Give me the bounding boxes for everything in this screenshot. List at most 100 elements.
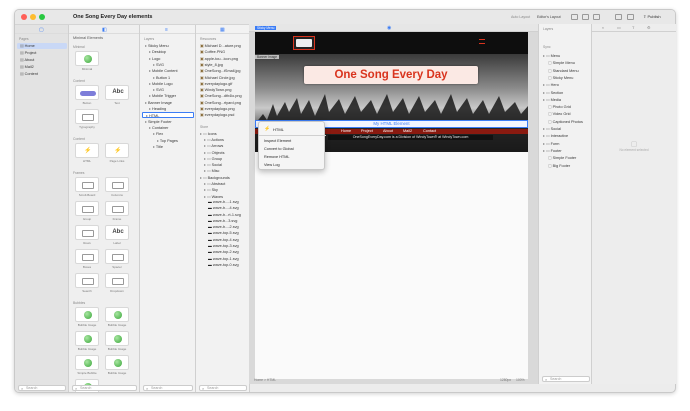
page-preview[interactable]: Sticky Menu Banner Image One Song Every …	[255, 26, 528, 379]
page-item[interactable]: ▤ Project	[17, 50, 67, 56]
layer-item[interactable]: ▸ Flex	[142, 131, 194, 137]
pages-search-input[interactable]: ⌕ Search	[18, 385, 66, 391]
layer-item[interactable]: ▸ Title	[142, 144, 194, 150]
inspector-tab-style-icon[interactable]: ◐	[602, 25, 604, 30]
nav-item[interactable]: Home	[341, 129, 351, 134]
resource-folder[interactable]: ▸ ▭ Social	[204, 162, 222, 167]
hamburger-icon[interactable]	[479, 39, 485, 44]
resource-file[interactable]: ▣ OneSong...dth4lo.png	[200, 93, 242, 98]
tree-item[interactable]: ▸ ▭ Footer	[543, 148, 562, 153]
resource-file[interactable]: ▣ style_8.jpg	[200, 62, 223, 67]
logo-image[interactable]	[293, 36, 315, 50]
resource-file[interactable]: ▣ Michael D...ature.png	[200, 43, 241, 48]
close-window-button[interactable]	[21, 14, 27, 20]
library-tile[interactable]	[75, 307, 99, 322]
tree-search-input[interactable]: ⌕ Search	[542, 376, 590, 382]
page-item[interactable]: ▤ Home	[17, 43, 67, 49]
layers-search-input[interactable]: ⌕ Search	[143, 385, 193, 391]
share-icon[interactable]	[593, 14, 600, 20]
wave-file[interactable]: ▬ wave-top-5.svg	[208, 231, 239, 235]
wave-file[interactable]: ▬ wave-b...-2.svg	[208, 225, 239, 229]
library-tile[interactable]	[105, 201, 129, 216]
library-tile[interactable]: Abc	[105, 225, 129, 240]
wave-file[interactable]: ▬ wave-b...rt-1.svg	[208, 213, 241, 217]
library-tile[interactable]	[75, 109, 99, 124]
wave-file[interactable]: ▬ wave-top-0.svg	[208, 263, 239, 267]
resources-search-input[interactable]: ⌕ Search	[199, 385, 247, 391]
wave-file[interactable]: ▬ wave-b...-4.svg	[208, 206, 239, 210]
layer-item[interactable]: ▸ SVG	[142, 87, 194, 93]
inspector-tab-layout-icon[interactable]: ▭	[617, 25, 621, 30]
resource-file[interactable]: ▣ Coffee.PNG	[200, 49, 225, 54]
context-menu-item[interactable]: Inspect Element	[264, 139, 291, 143]
layer-item[interactable]: ▸ Banner Image	[142, 100, 194, 106]
sticky-menu[interactable]: Sticky Menu	[255, 26, 528, 54]
preview-icon[interactable]	[571, 14, 578, 20]
wave-file[interactable]: ▬ wave-top-4.svg	[208, 238, 239, 242]
page-item[interactable]: ▤ Content	[17, 71, 67, 77]
resource-folder[interactable]: ▸ ▭ Objects	[204, 150, 224, 155]
library-tile[interactable]	[75, 177, 99, 192]
tree-item[interactable]: ▢ Photo Grid	[548, 104, 571, 109]
layer-item[interactable]: ▸ Heading	[142, 106, 194, 112]
tree-item[interactable]: ▸ ▭ Interactive	[543, 133, 568, 138]
resource-file[interactable]: ▣ everydaylogo.gif	[200, 81, 232, 86]
wave-file[interactable]: ▬ wave-top-3.svg	[208, 244, 239, 248]
library-tile[interactable]	[75, 85, 99, 100]
tree-item[interactable]: ▢ Video Grid	[548, 111, 571, 116]
library-tile[interactable]	[75, 273, 99, 288]
tree-item[interactable]: ▸ ▭ Form	[543, 141, 559, 146]
breadcrumb[interactable]: Home > HTML	[254, 378, 276, 384]
tree-item[interactable]: ▸ ▭ Social	[543, 126, 561, 131]
pages-tab-icon[interactable]: ▢	[39, 27, 44, 33]
wave-file[interactable]: ▬ wave-top-1.svg	[208, 257, 239, 261]
resources-tab-icon[interactable]: ▦	[220, 27, 225, 33]
layer-item[interactable]: ▸ Desktop	[142, 49, 194, 55]
simple-footer[interactable]: OneSongEveryDay.com is a Division of Win…	[328, 135, 493, 140]
canvas-tab-icon[interactable]: ◉	[387, 25, 391, 31]
tree-item[interactable]: ▢ Big Footer	[548, 163, 570, 168]
device-icon[interactable]	[582, 14, 589, 20]
nav-item[interactable]: About	[383, 129, 393, 134]
nav-item[interactable]: Mail2	[403, 129, 412, 134]
layer-item[interactable]: ▸ Mobile Trigger	[142, 93, 194, 99]
sidebar-toggle-icon[interactable]	[615, 14, 622, 20]
layer-item[interactable]: ▸ Mobile Content	[142, 68, 194, 74]
library-tile[interactable]	[105, 177, 129, 192]
tree-item[interactable]: ▢ Simple Menu	[548, 60, 575, 65]
library-tile[interactable]	[75, 355, 99, 370]
library-tab-icon[interactable]: ◧	[102, 27, 107, 33]
library-header[interactable]: Minimal Elements	[73, 36, 103, 40]
resource-folder[interactable]: ▸ ▭ Group	[204, 156, 222, 161]
resource-folder[interactable]: ▸ ▭ Waves	[204, 194, 223, 199]
library-tile[interactable]: ⚡	[75, 143, 99, 158]
resource-file[interactable]: ▣ everydaylogo.psd	[200, 112, 234, 117]
resource-folder[interactable]: ▸ ▭ Actions	[204, 137, 224, 142]
layer-item[interactable]: ▸ Top Pages	[142, 138, 194, 144]
tree-item[interactable]: ▢ Captioned Photos	[548, 119, 583, 124]
layers-tab-icon[interactable]: ≡	[165, 27, 168, 33]
wave-file[interactable]: ▬ wave-b...-1.svg	[208, 200, 239, 204]
layer-item[interactable]: ▸ Simple Footer	[142, 119, 194, 125]
library-tile[interactable]	[105, 355, 129, 370]
tree-item[interactable]: ▸ ▭ Hero	[543, 82, 559, 87]
layer-item[interactable]: ▸ Container	[142, 125, 194, 131]
tree-item[interactable]: ▢ Standard Menu	[548, 68, 579, 73]
inspector-tab-settings-icon[interactable]: ⚙	[647, 25, 651, 30]
library-tile[interactable]	[105, 249, 129, 264]
layer-item[interactable]: ▸ Button 1	[142, 75, 194, 81]
resource-folder[interactable]: ▸ ▭ Icons	[200, 131, 217, 136]
resource-folder[interactable]: ▸ ▭ Backgrounds	[200, 175, 230, 180]
hero-heading-box[interactable]: One Song Every Day	[304, 66, 478, 84]
layer-item[interactable]: ▸ HTML	[142, 112, 194, 119]
resource-file[interactable]: ▣ everydaylogo.png	[200, 106, 235, 111]
resource-folder[interactable]: ▸ ▭ Sky	[204, 187, 218, 192]
resource-folder[interactable]: ▸ ▭ Abstract	[204, 181, 225, 186]
tree-item[interactable]: ▸ ▭ Section	[543, 90, 563, 95]
resource-file[interactable]: ▣ Michael Circle.jpg	[200, 75, 235, 80]
page-item[interactable]: ▤ About	[17, 57, 67, 63]
zoom-level[interactable]: 100%	[516, 378, 525, 384]
resource-folder[interactable]: ▸ ▭ Arrows	[204, 143, 223, 148]
nav-item[interactable]: Project	[361, 129, 373, 134]
library-search-input[interactable]: ⌕ Search	[72, 385, 137, 391]
